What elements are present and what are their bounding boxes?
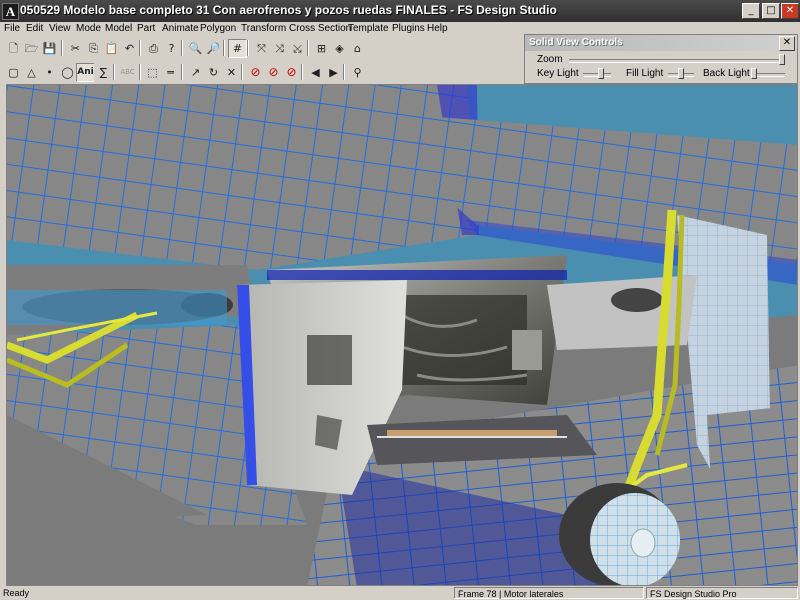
undo-icon[interactable]: ↶ <box>120 39 139 58</box>
solid-view-controls-titlebar[interactable]: Solid View Controls ✕ <box>525 35 797 51</box>
marquee-icon[interactable]: ⬚ <box>143 63 162 82</box>
point-icon[interactable]: • <box>40 63 59 82</box>
toolbar-separator <box>113 64 115 80</box>
menu-mode[interactable]: Mode <box>76 23 101 34</box>
status-frame: Frame 78 | Motor laterales <box>454 587 644 599</box>
rotate-icon[interactable]: ↗ <box>186 63 205 82</box>
menu-polygon[interactable]: Polygon <box>200 23 236 34</box>
main-toolbar: 🗋 🗁 💾 ✂ ⎘ 📋 ↶ ⎙ ? 🔍 🔎 # ⤧ ⤨ ⤩ ⊞ ◈ ⌂ <box>0 37 525 59</box>
menu-template[interactable]: Template <box>348 23 389 34</box>
redo-icon[interactable]: ↻ <box>204 63 223 82</box>
lock-view-icon[interactable]: ⊞ <box>312 39 331 58</box>
toolbar-separator <box>139 64 141 80</box>
menu-part[interactable]: Part <box>137 23 155 34</box>
no-symbol-3-icon[interactable]: ⊘ <box>282 63 301 82</box>
panel-close-icon[interactable]: ✕ <box>779 36 795 51</box>
zoom-slider-track[interactable] <box>569 59 781 63</box>
menu-help[interactable]: Help <box>427 23 448 34</box>
key-light-label: Key Light <box>537 68 579 79</box>
menu-animate[interactable]: Animate <box>162 23 199 34</box>
arrow-right-icon[interactable]: ▶ <box>324 63 343 82</box>
toolbar-separator <box>223 40 225 56</box>
grid-icon[interactable]: # <box>228 39 247 58</box>
app-icon[interactable]: A <box>2 3 19 20</box>
window-title: 050529 Modelo base completo 31 Con aerof… <box>20 3 557 17</box>
animation-icon[interactable]: Ani <box>76 63 95 82</box>
fill-light-slider-thumb[interactable] <box>678 68 684 79</box>
status-ready: Ready <box>3 588 30 598</box>
toolbar-separator <box>301 64 303 80</box>
move-x-icon[interactable]: ⤧ <box>252 39 271 58</box>
shrink-icon[interactable]: ✕ <box>222 63 241 82</box>
no-symbol-2-icon[interactable]: ⊘ <box>264 63 283 82</box>
menu-plugins[interactable]: Plugins <box>392 23 425 34</box>
move-y-icon[interactable]: ⤨ <box>270 39 289 58</box>
ruler-icon[interactable]: ═ <box>161 63 180 82</box>
toolbar-separator <box>343 64 345 80</box>
copy-icon[interactable]: ⎘ <box>84 39 103 58</box>
toolbar-separator <box>139 40 141 56</box>
arrow-left-icon[interactable]: ◀ <box>306 63 325 82</box>
save-icon[interactable]: 💾 <box>40 39 59 58</box>
open-folder-icon[interactable]: 🗁 <box>22 39 41 58</box>
3d-viewport[interactable] <box>6 84 798 586</box>
zoom-in-icon[interactable]: 🔍 <box>186 39 205 58</box>
no-symbol-1-icon[interactable]: ⊘ <box>246 63 265 82</box>
status-bar: Ready Frame 78 | Motor laterales FS Desi… <box>0 587 800 600</box>
model-render <box>7 85 797 585</box>
status-product: FS Design Studio Pro <box>646 587 798 599</box>
zoom-label: Zoom <box>537 54 563 65</box>
triangle-icon[interactable]: △ <box>22 63 41 82</box>
new-file-icon[interactable]: 🗋 <box>4 39 23 58</box>
zoom-out-icon[interactable]: 🔎 <box>204 39 223 58</box>
back-light-slider-thumb[interactable] <box>751 68 757 79</box>
toolbar-separator <box>247 40 249 56</box>
back-light-label: Back Light <box>703 68 750 79</box>
toolbar-separator <box>307 40 309 56</box>
toolbar-separator <box>241 64 243 80</box>
maximize-button[interactable]: □ <box>762 3 780 19</box>
edit-toolbar: ▢ △ • ◯ Ani ∑ ABC ⬚ ═ ↗ ↻ ✕ ⊘ ⊘ ⊘ ◀ ▶ ⚲ <box>0 61 525 83</box>
cut-icon[interactable]: ✂ <box>66 39 85 58</box>
menu-model[interactable]: Model <box>105 23 132 34</box>
sum-icon[interactable]: ∑ <box>94 63 113 82</box>
binoculars-icon[interactable]: ⚲ <box>348 63 367 82</box>
home-icon[interactable]: ⌂ <box>348 39 367 58</box>
help-icon[interactable]: ? <box>162 39 181 58</box>
toolbar-separator <box>181 64 183 80</box>
close-button[interactable]: ✕ <box>781 3 799 19</box>
key-light-slider-track[interactable] <box>583 73 611 77</box>
minimize-button[interactable]: _ <box>742 3 760 19</box>
toolbar-separator <box>181 40 183 56</box>
menu-cross-section[interactable]: Cross Section <box>289 23 351 34</box>
menu-file[interactable]: File <box>4 23 20 34</box>
move-z-icon[interactable]: ⤩ <box>288 39 307 58</box>
toolbar-separator <box>61 40 63 56</box>
render-icon[interactable]: ◈ <box>330 39 349 58</box>
select-box-icon[interactable]: ▢ <box>4 63 23 82</box>
zoom-slider-thumb[interactable] <box>779 54 785 65</box>
circle-icon[interactable]: ◯ <box>58 63 77 82</box>
title-bar[interactable]: A 050529 Modelo base completo 31 Con aer… <box>0 0 800 22</box>
paste-icon[interactable]: 📋 <box>102 39 121 58</box>
menu-transform[interactable]: Transform <box>241 23 286 34</box>
key-light-slider-thumb[interactable] <box>598 68 604 79</box>
solid-view-controls-title: Solid View Controls <box>529 37 623 48</box>
menu-view[interactable]: View <box>49 23 71 34</box>
menu-edit[interactable]: Edit <box>26 23 43 34</box>
fill-light-label: Fill Light <box>626 68 664 79</box>
solid-view-controls-panel: Solid View Controls ✕ Zoom Key Light Fil… <box>524 34 798 84</box>
abc-icon[interactable]: ABC <box>118 63 137 82</box>
print-icon[interactable]: ⎙ <box>144 39 163 58</box>
